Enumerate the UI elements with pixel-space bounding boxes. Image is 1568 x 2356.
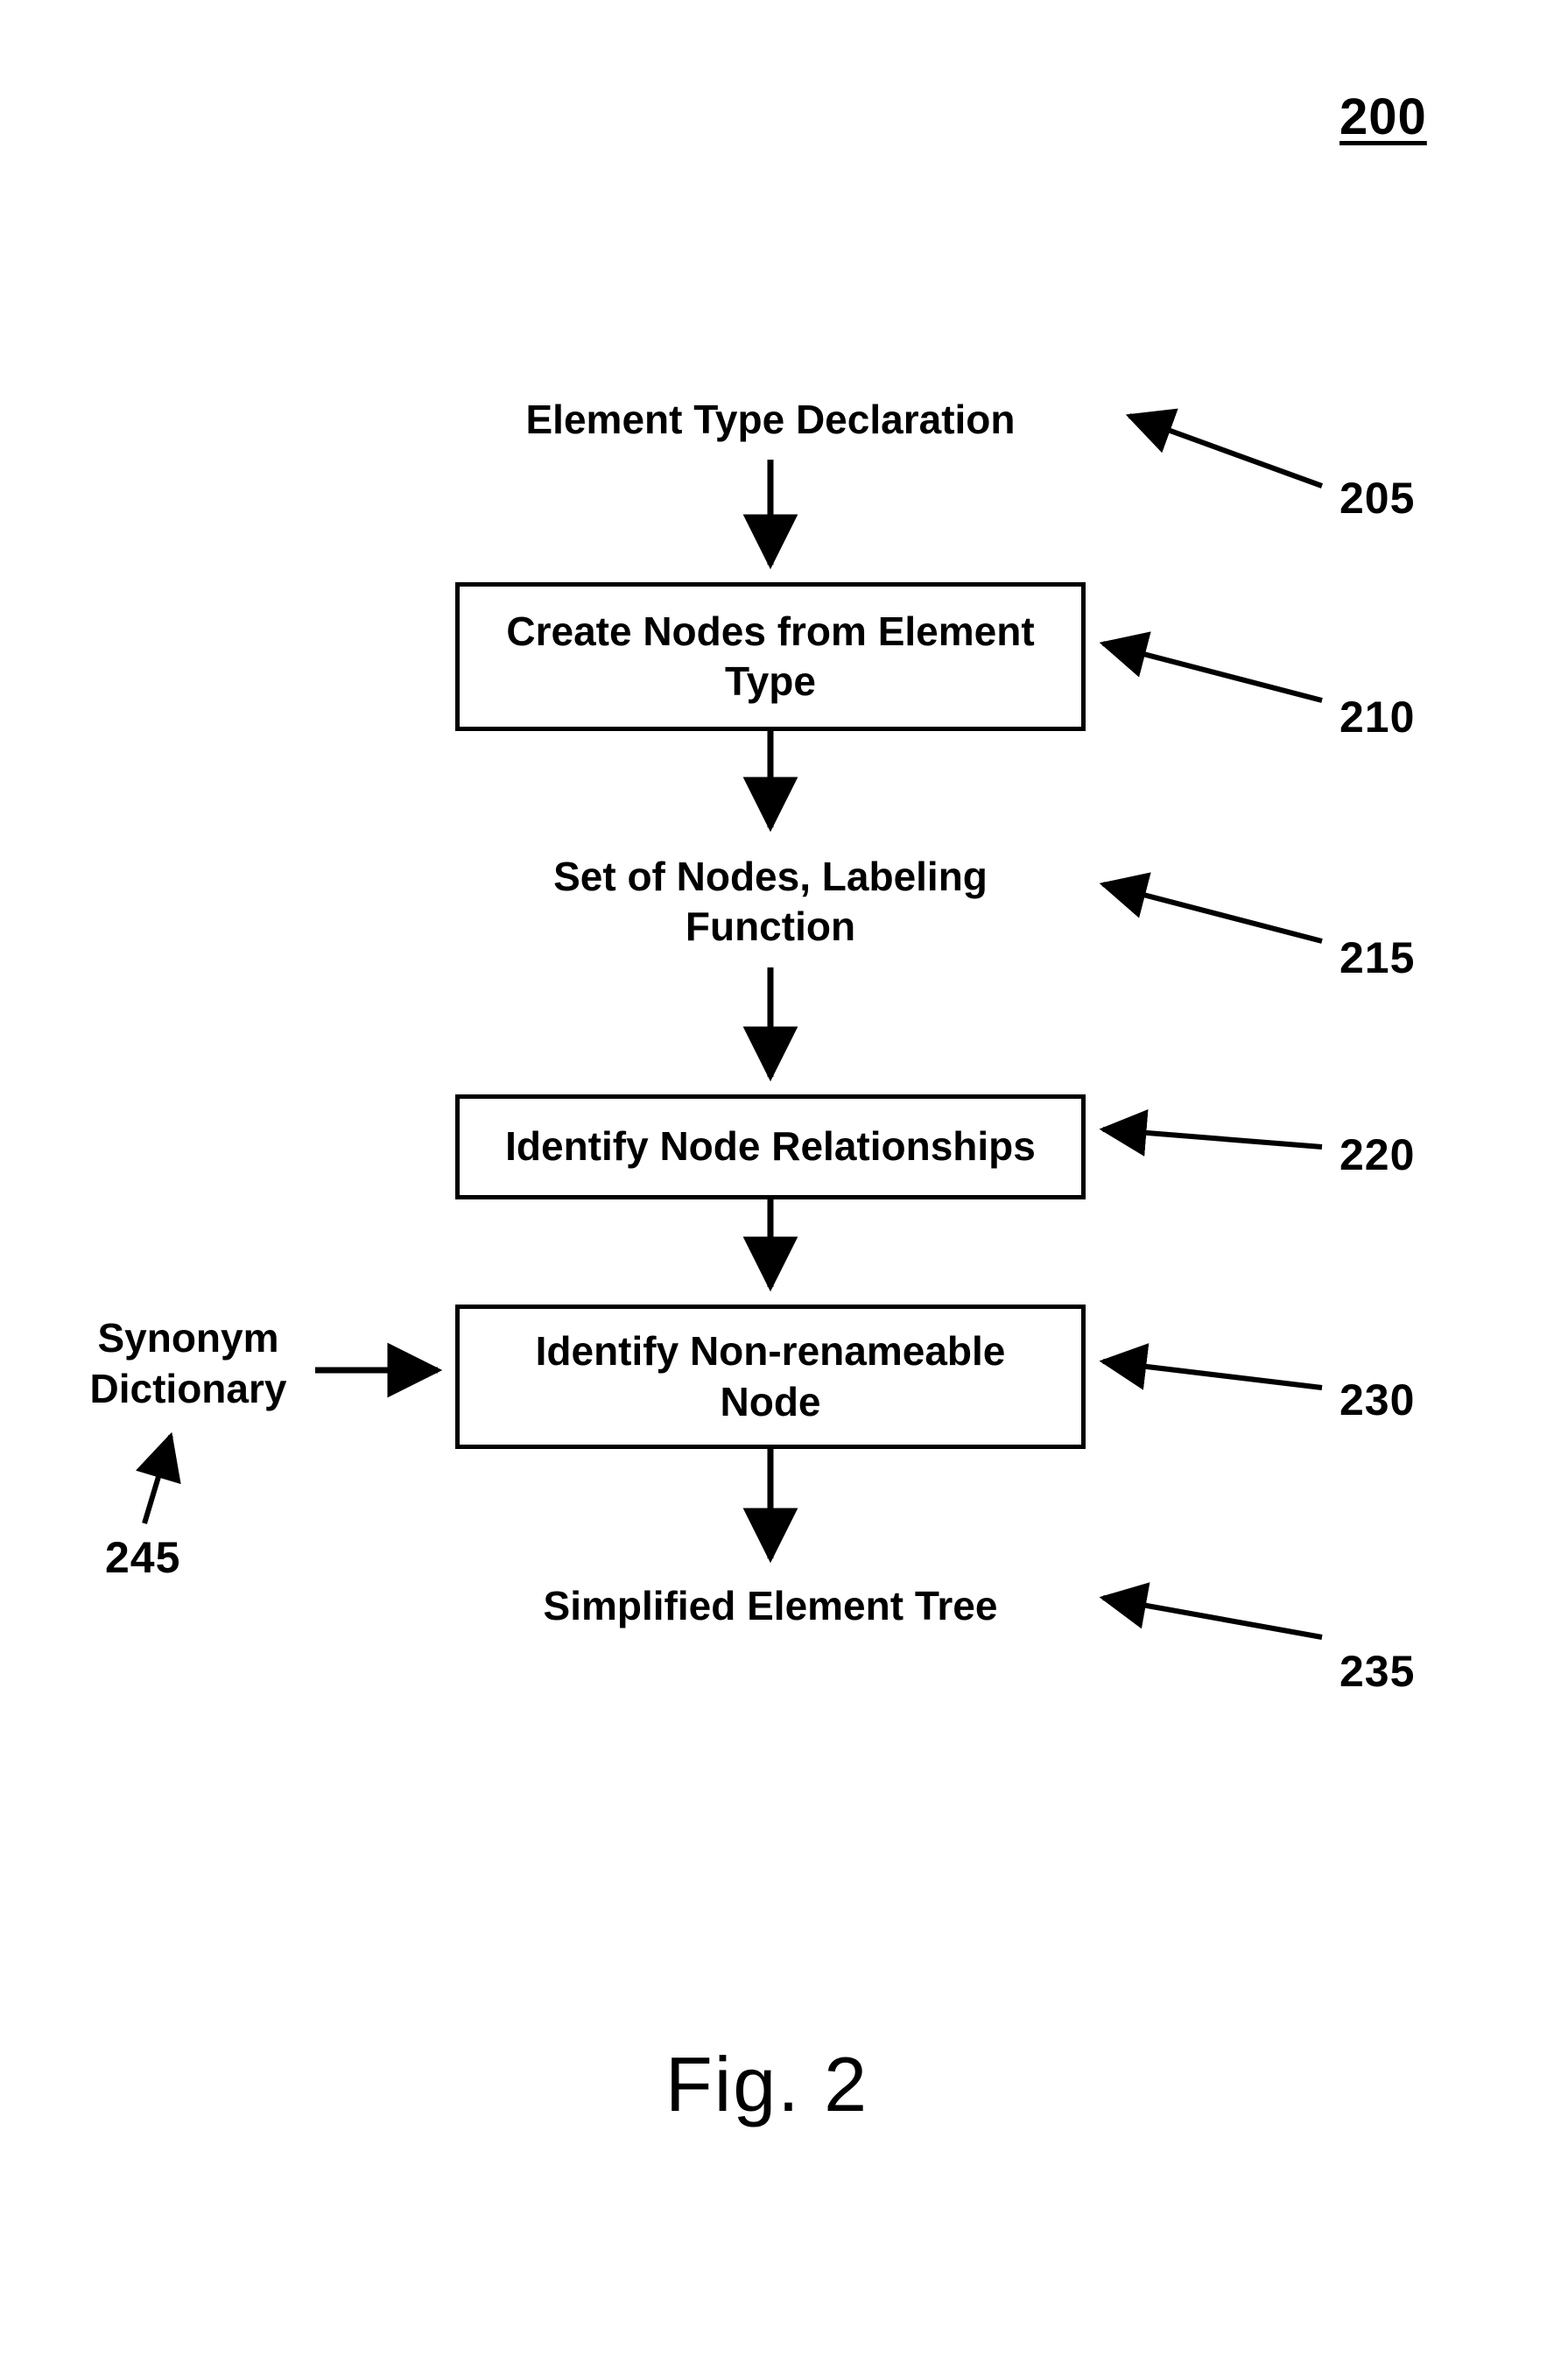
leader-205 bbox=[1129, 416, 1322, 486]
leader-210 bbox=[1103, 644, 1322, 700]
leader-230 bbox=[1103, 1361, 1322, 1388]
leader-215 bbox=[1103, 884, 1322, 941]
leader-245 bbox=[144, 1436, 171, 1523]
diagram-stage: 200 Element Type Declaration Create Node… bbox=[0, 0, 1568, 2356]
leader-235 bbox=[1103, 1598, 1322, 1637]
leader-220 bbox=[1103, 1129, 1322, 1147]
arrows-layer bbox=[0, 0, 1568, 2356]
